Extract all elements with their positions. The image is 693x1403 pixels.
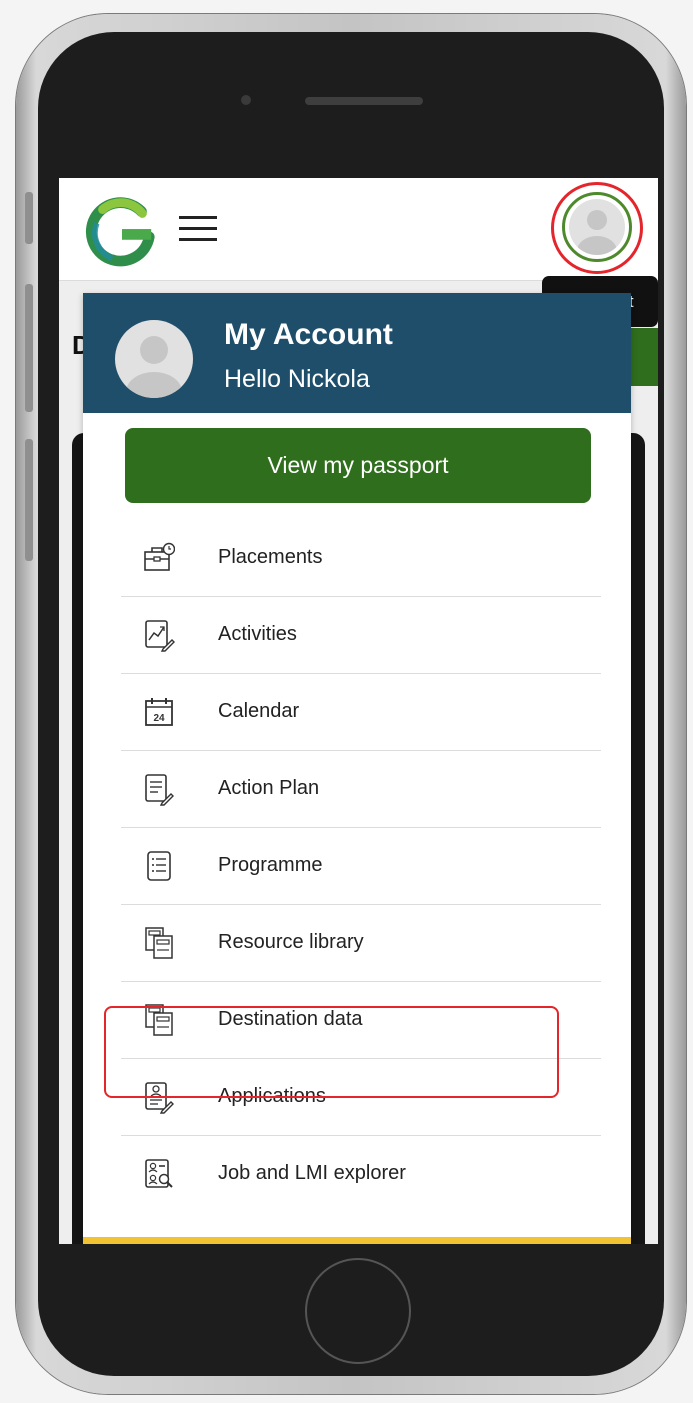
volume-down-button xyxy=(25,439,33,561)
chart-pen-icon xyxy=(145,620,175,652)
front-camera xyxy=(241,95,251,105)
menu-item-label: Action Plan xyxy=(218,777,320,799)
menu-item-action-plan[interactable]: Action Plan xyxy=(121,750,601,828)
menu-item-programme[interactable]: Programme xyxy=(121,827,601,905)
documents-icon xyxy=(145,927,173,959)
menu-footer-bar xyxy=(83,1237,631,1244)
menu-greeting: Hello Nickola xyxy=(224,365,370,393)
menu-item-label: Placements xyxy=(218,546,323,568)
menu-title: My Account xyxy=(224,318,393,351)
job-lmi-highlight xyxy=(104,1006,559,1098)
menu-item-label: Calendar xyxy=(218,700,300,722)
briefcase-clock-icon xyxy=(144,542,175,571)
document-pen-icon xyxy=(145,774,174,806)
menu-item-label: Activities xyxy=(218,623,297,645)
volume-up-button xyxy=(25,284,33,412)
menu-item-label: Programme xyxy=(218,854,323,876)
calendar-icon-day: 24 xyxy=(153,713,165,724)
hamburger-icon[interactable] xyxy=(179,216,217,242)
menu-item-activities[interactable]: Activities xyxy=(121,596,601,674)
person-search-icon xyxy=(145,1159,173,1188)
mute-switch xyxy=(25,192,33,244)
app-header xyxy=(59,178,658,281)
calendar-icon: 24 xyxy=(145,698,173,726)
menu-avatar-icon xyxy=(115,320,193,398)
menu-item-label: Resource library xyxy=(218,931,364,953)
avatar-button[interactable] xyxy=(562,192,632,262)
menu-item-placements[interactable]: Placements xyxy=(121,519,601,597)
menu-item-job-lmi-explorer[interactable]: Job and LMI explorer xyxy=(121,1135,601,1212)
menu-item-label: Job and LMI explorer xyxy=(218,1162,406,1184)
avatar-icon xyxy=(569,199,625,255)
view-passport-button[interactable]: View my passport xyxy=(125,428,591,503)
menu-item-resource-library[interactable]: Resource library xyxy=(121,904,601,982)
list-document-icon xyxy=(147,851,171,881)
menu-header: My Account Hello Nickola xyxy=(83,293,631,413)
account-dropdown-menu: My Account Hello Nickola View my passpor… xyxy=(83,293,631,1244)
home-button[interactable] xyxy=(305,1258,411,1364)
earpiece-speaker xyxy=(305,97,423,105)
menu-item-calendar[interactable]: 24 Calendar xyxy=(121,673,601,751)
g-logo-icon[interactable] xyxy=(83,194,161,268)
